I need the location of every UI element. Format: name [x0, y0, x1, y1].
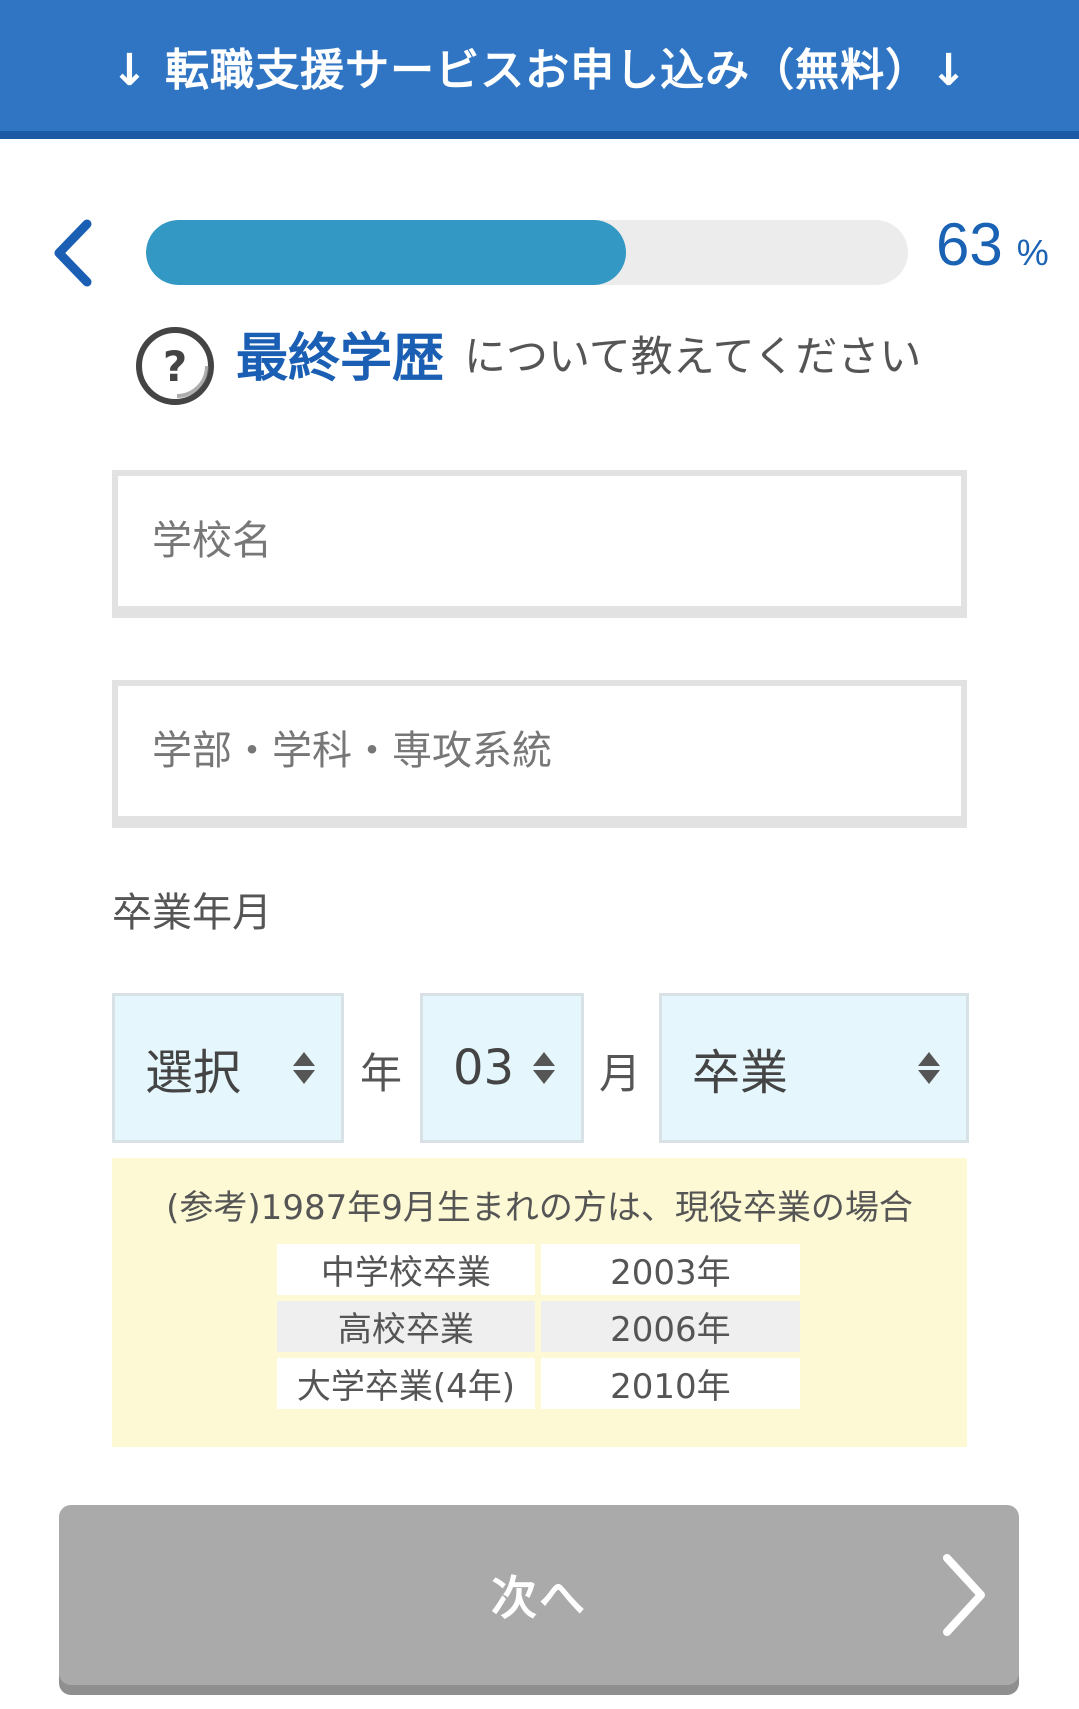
svg-text:?: ?	[163, 342, 187, 391]
reference-label: 高校卒業	[277, 1301, 535, 1352]
faculty-field	[112, 680, 967, 828]
reference-label: 中学校卒業	[277, 1244, 535, 1295]
year-select-value: 選択	[145, 1045, 242, 1101]
faculty-input[interactable]	[118, 686, 961, 816]
next-button-label: 次へ	[491, 1571, 587, 1625]
school-name-input[interactable]	[118, 476, 961, 606]
reference-box: (参考)1987年9月生まれの方は、現役卒業の場合 中学校卒業 2003年 高校…	[112, 1158, 967, 1447]
question-highlight: 最終学歴	[236, 328, 445, 389]
year-select[interactable]: 選択	[112, 993, 344, 1143]
header-banner: ↓ 転職支援サービスお申し込み（無料）↓	[0, 0, 1079, 139]
graduation-status-select[interactable]: 卒業	[659, 993, 969, 1143]
school-name-field	[112, 470, 967, 618]
month-select[interactable]: 03	[420, 993, 584, 1143]
chevron-right-icon	[943, 1554, 985, 1636]
question-text: について教えてください	[464, 331, 922, 381]
sort-arrows-icon	[533, 1052, 555, 1084]
progress-bar	[146, 220, 908, 285]
year-unit-label: 年	[360, 1049, 403, 1098]
reference-year: 2003年	[540, 1244, 800, 1295]
month-select-value: 03	[453, 1040, 515, 1096]
progress-fill	[146, 220, 627, 285]
graduation-date-label: 卒業年月	[112, 890, 272, 936]
reference-title: (参考)1987年9月生まれの方は、現役卒業の場合	[166, 1188, 913, 1228]
header-title: ↓ 転職支援サービスお申し込み（無料）↓	[110, 44, 969, 96]
table-row: 高校卒業 2006年	[277, 1301, 800, 1352]
reference-year: 2010年	[540, 1358, 800, 1409]
sort-arrows-icon	[918, 1052, 940, 1084]
reference-year: 2006年	[540, 1301, 800, 1352]
question-circle-icon[interactable]: ?	[134, 325, 220, 411]
reference-table: 中学校卒業 2003年 高校卒業 2006年 大学卒業(4年) 2010年	[271, 1238, 806, 1415]
next-button[interactable]: 次へ	[59, 1505, 1019, 1685]
reference-label: 大学卒業(4年)	[277, 1358, 535, 1409]
progress-value: 63	[936, 211, 1003, 278]
back-button[interactable]	[48, 218, 98, 288]
graduation-status-value: 卒業	[692, 1045, 789, 1101]
progress-unit: %	[1016, 232, 1049, 273]
question-heading: 最終学歴 について教えてください	[236, 318, 922, 389]
table-row: 中学校卒業 2003年	[277, 1244, 800, 1295]
sort-arrows-icon	[293, 1052, 315, 1084]
table-row: 大学卒業(4年) 2010年	[277, 1358, 800, 1409]
chevron-left-icon	[54, 219, 92, 287]
month-unit-label: 月	[599, 1049, 642, 1098]
progress-percentage: 63 %	[936, 210, 1049, 280]
